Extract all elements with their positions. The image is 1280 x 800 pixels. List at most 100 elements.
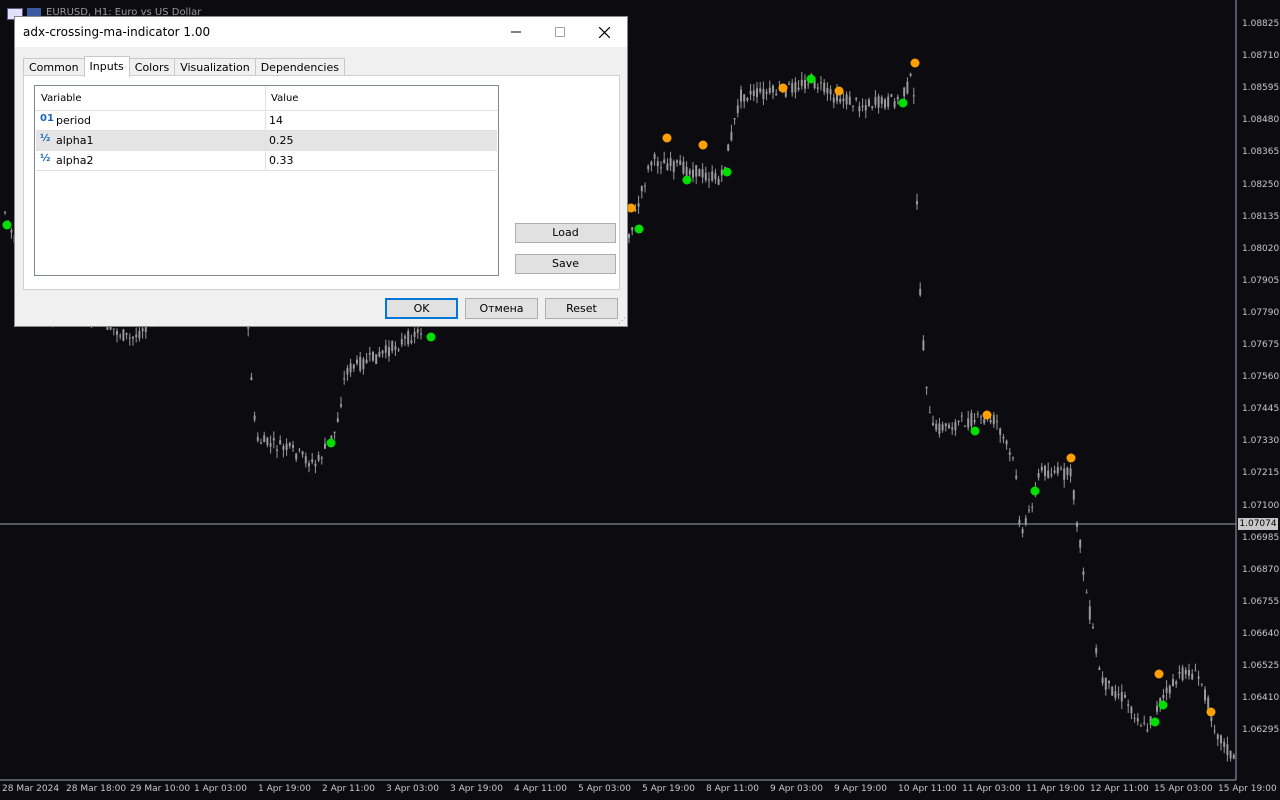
candle-body [128,337,131,339]
candle-body [1047,470,1050,478]
inputs-table[interactable]: Variable Value 01 period 14 ½ alpha1 0.2… [34,85,499,276]
candle-body [996,421,998,423]
candle-body [292,444,294,448]
candle-body [356,359,358,364]
candle-body [756,88,758,98]
param-value[interactable]: 0.33 [269,154,294,167]
candle-body [941,424,944,431]
candle-body [1069,468,1072,477]
candle-body [717,178,720,185]
buy-signal-dot [1158,700,1168,710]
candle-body [1028,509,1030,511]
time-tick-label: 2 Apr 11:00 [322,784,375,794]
candle-body [884,99,886,108]
candle-body [4,211,6,213]
price-tick-label: 1.07675 [1242,340,1280,350]
ok-button[interactable]: OK [385,298,458,319]
candle-body [842,98,845,102]
candle-body [692,169,694,178]
price-tick-label: 1.07330 [1242,436,1280,447]
candle-body [714,173,717,180]
candle-body [960,415,963,417]
param-value[interactable]: 0.25 [269,134,294,147]
table-row[interactable]: ½ alpha2 0.33 [36,151,497,171]
buy-signal-dot [898,98,908,108]
resize-grip-icon[interactable]: ⋰ [618,316,626,325]
maximize-button[interactable] [537,17,582,47]
sell-signal-dot [778,83,788,93]
candle-body [992,414,995,425]
candle-body [416,329,419,333]
candle-body [1120,691,1123,702]
candle-body [1095,648,1098,654]
candle-body [826,87,829,94]
candle-body [666,163,669,171]
tab-inputs[interactable]: Inputs [83,56,130,77]
candle-body [397,349,400,351]
candle-body [775,93,778,96]
candle-body [1085,592,1088,594]
candle-body [1040,466,1043,471]
candle-body [333,431,336,434]
time-tick-label: 15 Apr 19:00 [1218,784,1277,794]
price-tick-label: 1.06640 [1242,628,1280,639]
candle-body [279,440,282,445]
buy-signal-dot [1030,486,1040,496]
candle-body [1056,467,1059,474]
close-button[interactable] [582,17,627,47]
price-tick-label: 1.07445 [1242,404,1280,415]
candle-body [1002,436,1005,439]
candle-body [1200,683,1203,685]
candle-body [381,350,384,354]
time-tick-label: 11 Apr 03:00 [962,784,1021,794]
candle-body [848,96,851,105]
close-icon [599,26,610,38]
candle-body [1197,676,1200,679]
sell-signal-dot [1154,669,1164,679]
candle-body [765,91,768,94]
param-value[interactable]: 14 [269,114,283,127]
column-header-variable[interactable]: Variable [41,86,82,110]
dialog-titlebar[interactable]: adx-crossing-ma-indicator 1.00 [15,17,627,47]
price-tick-label: 1.08595 [1242,83,1280,94]
candle-body [964,425,966,427]
candle-body [903,87,906,97]
candle-body [672,161,675,173]
time-tick-label: 11 Apr 19:00 [1026,784,1085,794]
candle-body [912,95,915,97]
candle-body [1114,691,1117,698]
candle-body [269,443,272,447]
candle-body [1053,470,1056,473]
candle-body [1220,735,1222,744]
load-button[interactable]: Load [515,223,616,243]
candle-body [359,356,362,371]
candle-body [916,200,918,205]
time-tick-label: 15 Apr 03:00 [1154,784,1213,794]
save-button[interactable]: Save [515,254,616,274]
table-row[interactable]: ½ alpha1 0.25 [36,131,497,151]
candle-body [647,166,650,170]
candle-body [1060,468,1062,470]
candle-body [736,105,739,113]
candle-body [1191,673,1194,680]
time-tick-label: 29 Mar 10:00 [130,784,191,794]
table-row[interactable]: 01 period 14 [36,111,497,131]
reset-button[interactable]: Reset [545,298,618,319]
candle-body [1098,667,1101,671]
candle-body [1104,677,1107,690]
buy-signal-dot [722,167,732,177]
minimize-button[interactable] [493,17,538,47]
price-tick-label: 1.07100 [1242,500,1280,511]
candle-body [352,364,355,369]
sell-signal-dot [662,133,672,143]
candle-body [1194,670,1197,672]
sell-signal-dot [1206,707,1216,717]
candle-body [301,451,304,455]
cancel-button[interactable]: Отмена [465,298,538,319]
buy-signal-dot [426,332,436,342]
candle-body [669,157,672,166]
column-header-value[interactable]: Value [271,86,298,110]
candle-body [420,333,422,335]
time-tick-label: 10 Apr 11:00 [898,784,957,794]
candle-body [829,89,832,95]
